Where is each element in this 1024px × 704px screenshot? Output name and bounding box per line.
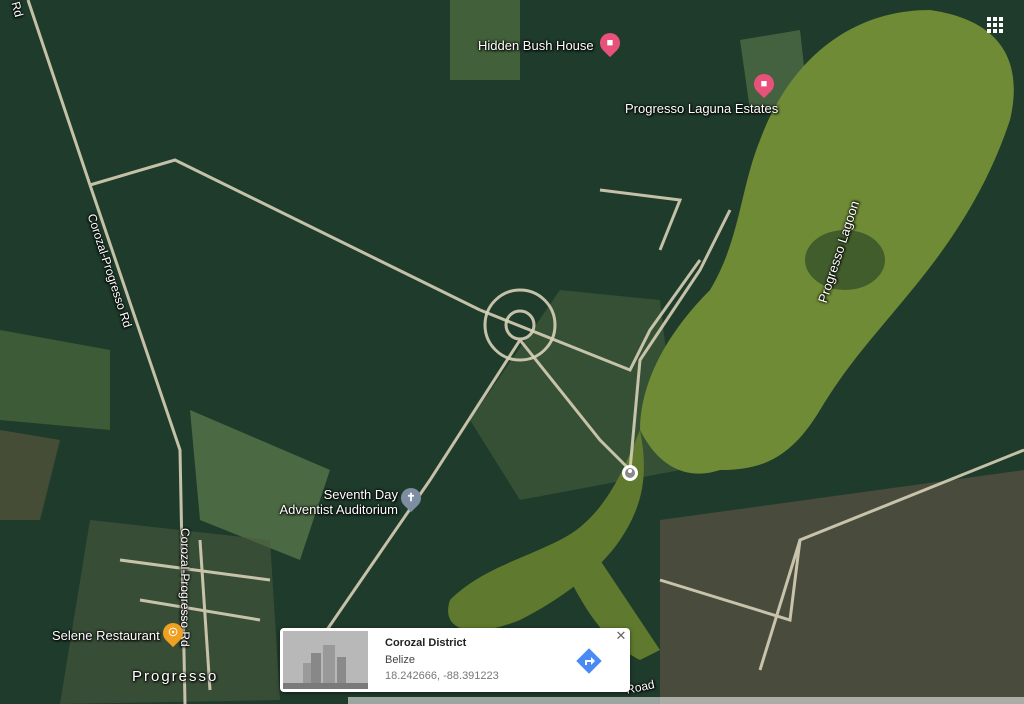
place-label: Hidden Bush House [478,38,594,53]
town-label: Progresso [132,668,219,685]
card-title: Corozal District [385,637,467,649]
place-label: Progresso Laguna Estates [625,101,779,116]
place-thumbnail[interactable] [283,631,368,689]
church-icon[interactable]: ✝ [396,483,426,513]
attribution-bar [348,697,1024,704]
location-marker-icon[interactable] [622,465,638,481]
card-coordinates: 18.242666, -88.391223 [385,670,499,682]
apps-grid-icon[interactable] [984,14,1008,38]
close-icon[interactable]: ✕ [614,629,628,643]
directions-icon[interactable] [576,648,602,674]
restaurant-icon[interactable]: ☉ [158,618,188,648]
satellite-map[interactable] [0,0,1024,704]
place-label: Seventh Day Adventist Auditorium [279,487,398,517]
location-info-card[interactable]: Corozal District Belize 18.242666, -88.3… [280,628,630,692]
place-label: Selene Restaurant [52,628,160,643]
hotel-icon[interactable]: ■ [749,69,779,99]
card-subtitle: Belize [385,654,415,666]
hotel-icon[interactable]: ■ [595,28,625,58]
